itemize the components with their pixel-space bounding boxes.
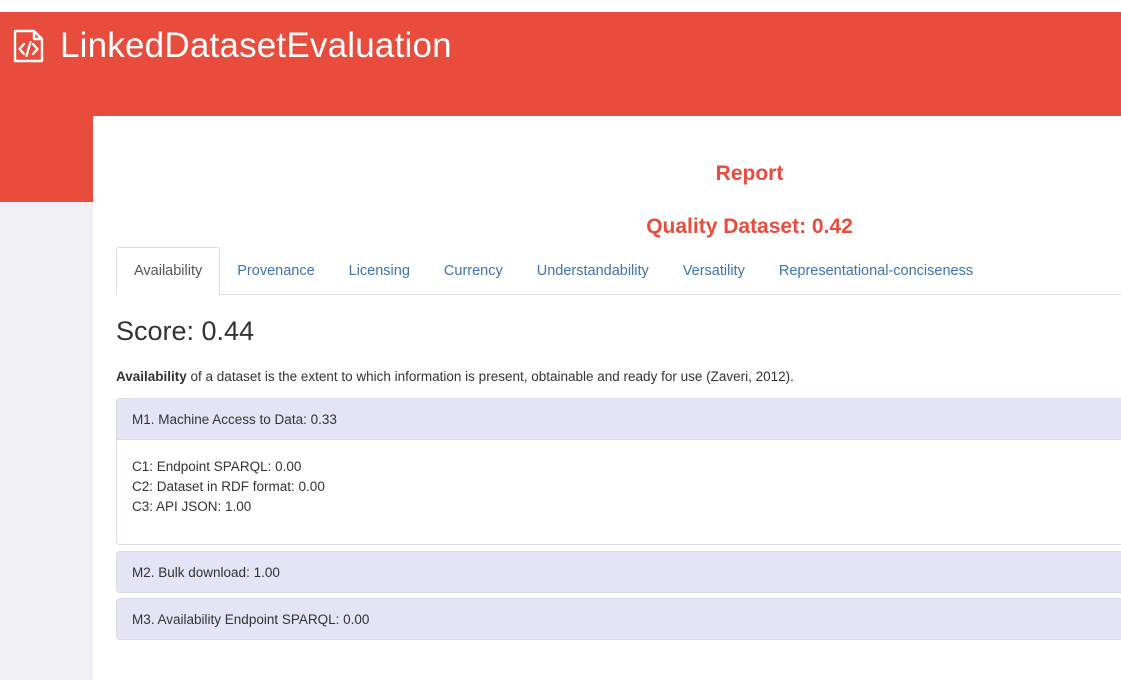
dimension-description: Availability of a dataset is the extent …	[116, 369, 794, 384]
tab-versatility[interactable]: Versatility	[666, 247, 762, 294]
app-header: LinkedDatasetEvaluation	[0, 12, 1121, 116]
app-title: LinkedDatasetEvaluation	[60, 26, 452, 65]
metric-header-m2[interactable]: M2. Bulk download: 1.00	[117, 552, 1121, 592]
metric-panel-m3: M3. Availability Endpoint SPARQL: 0.00	[116, 598, 1121, 640]
criterion-c1: C1: Endpoint SPARQL: 0.00	[132, 459, 302, 474]
dimension-tabs: Availability Provenance Licensing Curren…	[116, 247, 1121, 295]
tab-licensing[interactable]: Licensing	[332, 247, 427, 294]
report-title: Report	[715, 162, 784, 185]
tab-representational-conciseness[interactable]: Representational-conciseness	[762, 247, 990, 294]
criterion-c3: C3: API JSON: 1.00	[132, 499, 252, 514]
code-file-icon	[13, 29, 44, 63]
description-text: of a dataset is the extent to which info…	[186, 369, 794, 384]
metric-header-m1[interactable]: M1. Machine Access to Data: 0.33	[117, 399, 1121, 439]
tab-understandability[interactable]: Understandability	[520, 247, 666, 294]
metric-header-m3[interactable]: M3. Availability Endpoint SPARQL: 0.00	[117, 599, 1121, 639]
metric-body-m1: C1: Endpoint SPARQL: 0.00 C2: Dataset in…	[117, 439, 1121, 544]
dimension-score: Score: 0.44	[116, 316, 255, 346]
brand[interactable]: LinkedDatasetEvaluation	[12, 26, 452, 66]
sidebar-header-band	[0, 116, 93, 202]
metric-panel-m1: M1. Machine Access to Data: 0.33 C1: End…	[116, 398, 1121, 545]
tab-currency[interactable]: Currency	[427, 247, 520, 294]
sidebar	[0, 202, 93, 680]
tab-provenance[interactable]: Provenance	[220, 247, 331, 294]
metric-panel-m2: M2. Bulk download: 1.00	[116, 551, 1121, 593]
quality-dataset-score: Quality Dataset: 0.42	[646, 215, 853, 238]
criterion-c2: C2: Dataset in RDF format: 0.00	[132, 479, 325, 494]
tab-availability[interactable]: Availability	[116, 247, 221, 295]
description-term: Availability	[116, 369, 187, 384]
